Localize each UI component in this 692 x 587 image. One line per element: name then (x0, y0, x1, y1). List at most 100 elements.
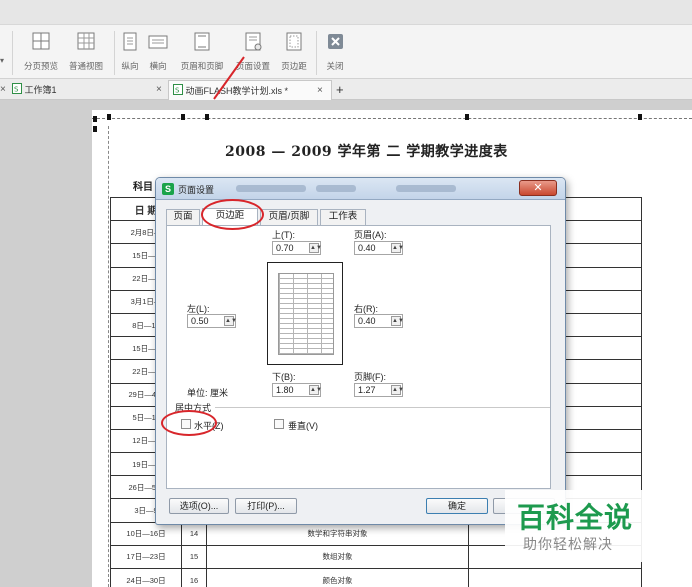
print-button[interactable]: 打印(P)... (235, 498, 297, 514)
spinner-arrows-icon[interactable]: ▲▼ (391, 316, 404, 326)
vertical-center-checkbox[interactable] (274, 419, 284, 429)
toolbar-dropdown-icon[interactable]: ▾ (0, 56, 4, 65)
tab-flash-plan[interactable]: S 动画FLASH教学计划.xls * × (168, 80, 332, 100)
tab-label: 工作簿1 (24, 85, 57, 95)
margin-handle[interactable] (93, 126, 97, 132)
annotation-circle-horizontal (161, 410, 217, 436)
table-cell: 数学和字符串对象 (206, 521, 469, 546)
portrait-button[interactable]: 纵向 (118, 29, 142, 75)
margin-handle[interactable] (107, 114, 111, 120)
tab-sheet[interactable]: 工作表 (320, 209, 366, 225)
margins-icon (286, 32, 302, 51)
spreadsheet-icon: S (12, 83, 22, 94)
close-icon (328, 34, 343, 49)
landscape-label: 横向 (149, 61, 167, 71)
right-margin-value: 0.40 (358, 316, 376, 326)
toolbar-separator (316, 31, 317, 75)
bottom-margin-value: 1.80 (276, 385, 294, 395)
preview-grid (278, 273, 334, 355)
tab-close-icon[interactable]: × (156, 80, 162, 100)
blurred-title-text (396, 185, 456, 192)
footer-margin-label: 页脚(F): (354, 372, 386, 382)
margin-handle[interactable] (638, 114, 642, 120)
annotation-circle-margins-tab (201, 199, 264, 230)
normal-view-button[interactable]: 普通视图 (64, 29, 108, 75)
options-button[interactable]: 选项(O)... (169, 498, 229, 514)
bottom-margin-input[interactable]: 1.80 ▲▼ (272, 383, 322, 397)
spinner-arrows-icon[interactable]: ▲▼ (391, 385, 404, 395)
margin-handle[interactable] (93, 116, 97, 122)
page-break-preview-button[interactable]: 分页预览 (19, 29, 63, 75)
table-cell: 17日—23日 (110, 544, 182, 570)
dialog-close-button[interactable]: ✕ (519, 180, 557, 196)
bottom-margin-label: 下(B): (272, 372, 296, 382)
annotation-arrow (213, 56, 245, 100)
document-title: 2008 — 2009 学年第 二 学期教学进度表 (225, 144, 508, 160)
dialog-title: 页面设置 (178, 185, 215, 195)
margin-handle[interactable] (181, 114, 185, 120)
ok-button[interactable]: 确定 (426, 498, 488, 514)
table-cell: 16 (181, 567, 207, 587)
header-margin-input[interactable]: 0.40 ▲▼ (354, 241, 404, 255)
blurred-title-text (236, 185, 306, 192)
margins-button[interactable]: 页边距 (276, 29, 312, 75)
spinner-arrows-icon[interactable]: ▲▼ (224, 316, 237, 326)
document-tabs: × S 工作簿1 × S 动画FLASH教学计划.xls * × + (0, 78, 692, 100)
title-strip (0, 0, 692, 24)
table-cell: 10日—16日 (110, 521, 182, 546)
spinner-arrows-icon[interactable]: ▲▼ (309, 385, 322, 395)
normal-view-label: 普通视图 (68, 61, 103, 71)
tab-close-icon[interactable]: × (0, 80, 8, 100)
header-footer-icon (194, 32, 210, 51)
left-margin-input[interactable]: 0.50 ▲▼ (187, 314, 237, 328)
page-break-preview-label: 分页预览 (23, 61, 58, 71)
toolbar-separator (12, 31, 13, 75)
margins-label: 页边距 (281, 61, 307, 71)
header-margin-label: 页眉(A): (354, 230, 387, 240)
normal-view-icon (77, 32, 95, 50)
toolbar-separator (114, 31, 115, 75)
watermark-subtitle: 助你轻松解决 (523, 536, 613, 552)
close-label: 关闭 (326, 61, 344, 71)
tab-header-footer[interactable]: 页眉/页脚 (260, 209, 318, 225)
app-logo-icon: S (162, 183, 174, 195)
unit-label: 单位: 厘米 (187, 388, 229, 398)
watermark: 百科全说 助你轻松解决 (505, 490, 655, 562)
tab-close-icon[interactable]: × (317, 81, 323, 101)
close-preview-button[interactable]: 关闭 (322, 29, 348, 75)
portrait-icon (123, 32, 137, 51)
landscape-icon (148, 35, 168, 49)
margin-guide-left (108, 126, 109, 587)
spreadsheet-icon: S (173, 84, 183, 95)
tab-page[interactable]: 页面 (166, 209, 200, 225)
tab-workbook1[interactable]: S 工作簿1 × (12, 80, 162, 100)
section-divider (215, 407, 550, 408)
margins-panel: 上(T): 0.70 ▲▼ 页眉(A): 0.40 ▲▼ 左(L): 0.50 ▲▼ … (166, 225, 551, 489)
page-break-preview-icon (32, 32, 50, 50)
top-margin-value: 0.70 (276, 243, 294, 253)
watermark-title: 百科全说 (517, 502, 634, 533)
subject-label: 科目 (133, 182, 153, 193)
margin-handle[interactable] (465, 114, 469, 120)
table-cell: 14 (181, 521, 207, 546)
spinner-arrows-icon[interactable]: ▲▼ (309, 243, 322, 253)
svg-text:S: S (175, 87, 180, 95)
spinner-arrows-icon[interactable]: ▲▼ (391, 243, 404, 253)
dialog-titlebar[interactable]: S 页面设置 ✕ (156, 178, 565, 200)
top-margin-input[interactable]: 0.70 ▲▼ (272, 241, 322, 255)
table-cell: 颜色对象 (206, 567, 469, 587)
right-margin-input[interactable]: 0.40 ▲▼ (354, 314, 404, 328)
new-tab-button[interactable]: + (336, 80, 350, 100)
landscape-button[interactable]: 横向 (146, 29, 170, 75)
table-cell: 24日—30日 (110, 567, 182, 587)
table-cell: 数组对象 (206, 544, 469, 570)
page-setup-icon (245, 32, 262, 51)
top-margin-label: 上(T): (272, 230, 295, 240)
left-margin-value: 0.50 (191, 316, 209, 326)
margin-handle[interactable] (205, 114, 209, 120)
header-margin-value: 0.40 (358, 243, 376, 253)
vertical-center-label: 垂直(V) (288, 421, 318, 431)
table-cell: 15 (181, 544, 207, 570)
footer-margin-input[interactable]: 1.27 ▲▼ (354, 383, 404, 397)
portrait-label: 纵向 (121, 61, 139, 71)
